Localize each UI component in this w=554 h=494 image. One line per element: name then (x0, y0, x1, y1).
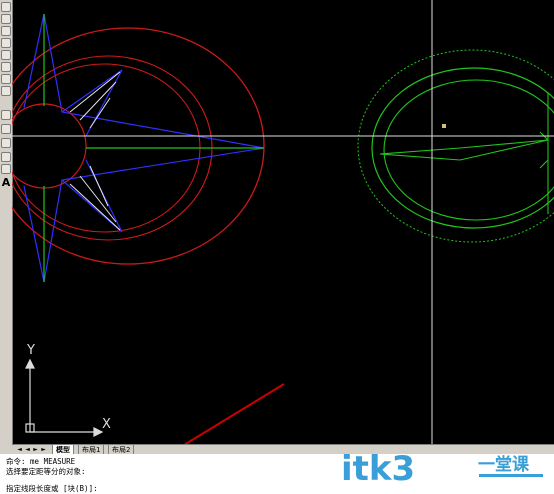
insert-icon[interactable] (1, 62, 11, 72)
ellipse-icon[interactable] (1, 50, 11, 60)
first-tab-icon[interactable]: ◄ (16, 446, 23, 453)
annotation-arrow (183, 383, 285, 444)
circle-icon[interactable] (1, 14, 11, 24)
line-icon[interactable] (1, 2, 11, 12)
command-prompt[interactable]: 指定线段长度或 [块(B)]: (6, 483, 98, 494)
ucs-icon (25, 358, 104, 437)
command-history-line: 选择要定距等分的对象: (6, 467, 86, 476)
gradient-icon[interactable] (1, 124, 11, 134)
right-green-star (379, 92, 549, 214)
region-icon[interactable] (1, 138, 11, 148)
prev-tab-icon[interactable]: ◄ (24, 446, 31, 453)
pickbox (442, 124, 446, 128)
center-red-circle (12, 103, 87, 189)
cad-window: A Y X ◄ ◄ ► ► 模型 布局1 布局2 命令: me MEASURE … (0, 0, 554, 494)
next-tab-icon[interactable]: ► (32, 446, 39, 453)
ucs-x-label: X (102, 417, 111, 432)
watermark-underline (479, 474, 543, 477)
white-hatch (69, 71, 121, 231)
text-icon[interactable]: A (0, 176, 12, 190)
right-green-ellipse-inner (383, 79, 554, 221)
block-icon[interactable] (1, 74, 11, 84)
last-tab-icon[interactable]: ► (40, 446, 47, 453)
outer-red-ellipse (12, 27, 265, 265)
ucs-y-label: Y (27, 343, 35, 358)
left-green-lines (43, 14, 264, 282)
watermark-cn-text: 一堂课 (478, 455, 529, 475)
arc-icon[interactable] (1, 26, 11, 36)
drawing-canvas[interactable] (12, 0, 554, 444)
watermark-logo-text: itk3 (341, 449, 416, 489)
table-icon[interactable] (1, 152, 11, 162)
multiline-icon[interactable] (1, 164, 11, 174)
watermark: itk3 一堂课 (341, 444, 554, 494)
point-icon[interactable] (1, 86, 11, 96)
spline-icon[interactable] (1, 38, 11, 48)
hatch-icon[interactable] (1, 110, 11, 120)
